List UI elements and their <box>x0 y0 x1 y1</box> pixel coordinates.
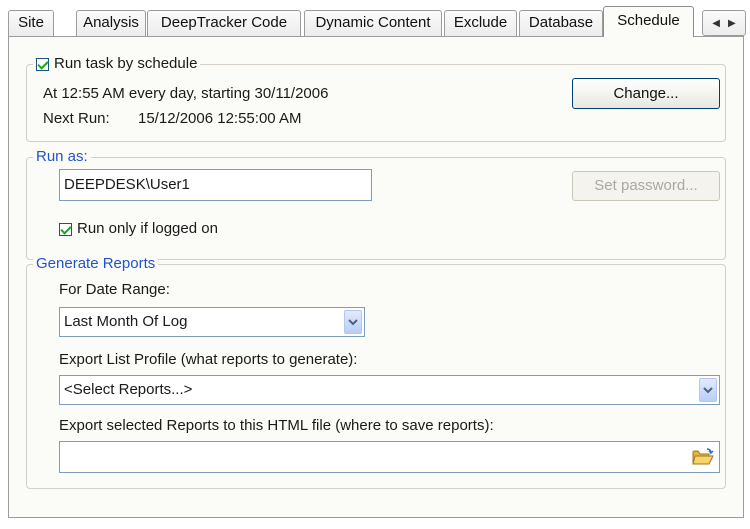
profile-label: Export List Profile (what reports to gen… <box>59 351 358 368</box>
arrow-right-icon[interactable]: ▶ <box>728 18 736 29</box>
check-icon[interactable] <box>59 222 72 236</box>
schedule-summary: At 12:55 AM every day, starting 30/11/20… <box>43 85 329 102</box>
user-field[interactable]: DEEPDESK\User1 <box>59 169 372 201</box>
run-only-logged-on-label: Run only if logged on <box>77 220 218 237</box>
generate-reports-legend: Generate Reports <box>33 255 159 273</box>
run-as-legend: Run as: <box>33 148 91 166</box>
tab-database[interactable]: Database <box>519 10 603 36</box>
schedule-panel: Run task by schedule At 12:55 AM every d… <box>8 36 744 518</box>
date-range-dropdown[interactable]: Last Month Of Log <box>59 307 365 337</box>
run-by-schedule-checkbox[interactable]: Run task by schedule <box>33 55 201 73</box>
run-as-group: Run as: DEEPDESK\User1 Set password... R… <box>26 148 726 260</box>
tab-scroll-buttons: ◀ ▶ <box>702 10 746 36</box>
arrow-left-icon[interactable]: ◀ <box>712 18 720 29</box>
generate-reports-group: Generate Reports For Date Range: Last Mo… <box>26 255 726 489</box>
html-file-label: Export selected Reports to this HTML fil… <box>59 417 494 434</box>
report-profile-dropdown[interactable]: <Select Reports...> <box>59 375 720 405</box>
open-folder-icon[interactable] <box>690 444 716 470</box>
run-by-schedule-label: Run task by schedule <box>54 55 198 72</box>
set-password-button[interactable]: Set password... <box>572 171 720 201</box>
change-button[interactable]: Change... <box>572 78 720 109</box>
check-icon[interactable] <box>36 57 49 71</box>
tab-analysis[interactable]: Analysis <box>76 10 146 36</box>
tab-deeptracker-code[interactable]: DeepTracker Code <box>147 10 301 36</box>
date-range-value: Last Month Of Log <box>64 313 188 330</box>
report-profile-value: <Select Reports...> <box>64 381 193 398</box>
run-only-logged-on-checkbox[interactable]: Run only if logged on <box>59 220 218 238</box>
tab-schedule[interactable]: Schedule <box>603 6 694 37</box>
schedule-group: Run task by schedule At 12:55 AM every d… <box>26 55 726 142</box>
tab-site[interactable]: Site <box>8 10 54 36</box>
html-file-field[interactable] <box>59 441 720 473</box>
tab-exclude[interactable]: Exclude <box>444 10 517 36</box>
chevron-down-icon[interactable] <box>344 310 362 334</box>
date-range-label: For Date Range: <box>59 281 170 298</box>
tab-strip: Site Analysis DeepTracker Code Dynamic C… <box>8 6 746 37</box>
next-run-label: Next Run: <box>43 110 110 127</box>
tab-dynamic-content[interactable]: Dynamic Content <box>304 10 442 36</box>
next-run-value: 15/12/2006 12:55:00 AM <box>138 110 302 127</box>
chevron-down-icon[interactable] <box>699 378 717 402</box>
